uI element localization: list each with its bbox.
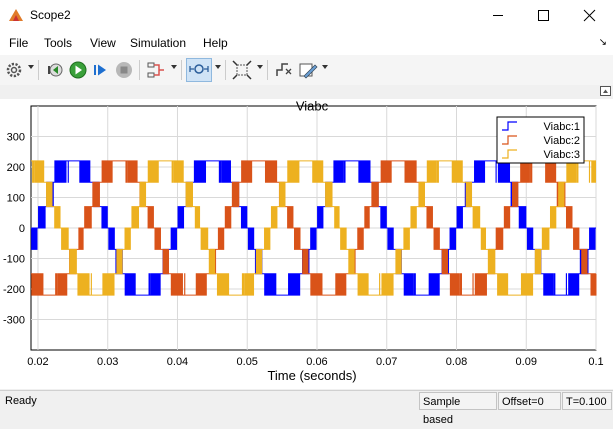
measurements-dropdown-arrow[interactable] [322,65,328,69]
toolbar [0,55,613,86]
minimize-button[interactable] [475,0,521,31]
menu-file[interactable]: File [9,36,28,50]
close-button[interactable] [567,0,613,31]
y-tick-label: 100 [7,193,25,205]
scope-plot-area: 0.02 0.03 0.04 0.05 0.06 0.07 0.08 0.09 0.1 -300… [0,99,613,389]
y-tick-label: -100 [3,254,25,266]
x-axis-label: Time (seconds) [267,368,356,383]
legend[interactable]: Viabc:1 Viabc:2 Viabc:3 [496,116,585,164]
y-tick-label: 200 [7,162,25,174]
minimize-icon [493,15,503,16]
stop-icon[interactable] [114,60,134,80]
run-icon[interactable] [68,60,88,80]
x-axis: 0.02 0.03 0.04 0.05 0.06 0.07 0.08 0.09 0.1 [27,356,603,368]
settings-dropdown-arrow[interactable] [28,65,34,69]
close-icon [583,9,596,22]
y-tick-label: 300 [7,132,25,144]
trigger-icon[interactable] [274,60,294,80]
zoom-time-icon [189,64,209,74]
menu-help[interactable]: Help [203,36,228,50]
signal-highlight-icon[interactable] [146,60,166,80]
zoom-dropdown-arrow[interactable] [215,65,221,69]
collapse-toolstrip-icon[interactable]: ↘ [599,37,607,48]
x-tick-label: 0.1 [588,356,603,368]
toolbar-separator [267,60,268,80]
legend-label: Viabc:3 [544,149,581,161]
undock-icon[interactable] [600,86,611,96]
y-tick-label: -200 [3,284,25,296]
y-tick-label: 0 [19,223,25,235]
autoscale-icon[interactable] [232,60,252,80]
autoscale-dropdown-arrow[interactable] [257,65,263,69]
time-status: T=0.100 [562,392,612,410]
x-tick-label: 0.05 [237,356,258,368]
signal-dropdown-arrow[interactable] [171,65,177,69]
title-bar: Scope2 [0,0,613,31]
sample-mode-status: Sample based [419,392,497,426]
x-tick-label: 0.08 [446,356,467,368]
maximize-button[interactable] [521,0,567,31]
status-ready: Ready [5,395,37,407]
toolbar-separator [38,60,39,80]
menu-bar: File Tools View Simulation Help ↘ [0,31,613,55]
x-tick-label: 0.07 [376,356,397,368]
x-tick-label: 0.02 [27,356,48,368]
step-forward-icon[interactable] [91,60,111,80]
y-tick-label: -300 [3,315,25,327]
menu-view[interactable]: View [90,36,116,50]
x-tick-label: 0.03 [97,356,118,368]
status-bar: Ready Sample based Offset=0 T=0.100 [0,390,613,426]
toolbar-separator [181,60,182,80]
window-title: Scope2 [30,8,71,22]
gear-icon[interactable] [4,60,24,80]
chart-title: Viabc [296,99,329,114]
y-axis: -300 -200 -100 0 100 200 300 [3,132,25,327]
maximize-icon [538,10,549,21]
zoom-button-active[interactable] [186,58,212,82]
scope-app-icon [9,9,23,21]
x-tick-label: 0.06 [306,356,327,368]
x-tick-label: 0.09 [516,356,537,368]
scope-plot[interactable]: 0.02 0.03 0.04 0.05 0.06 0.07 0.08 0.09 0.1 -300… [0,99,613,389]
x-tick-label: 0.04 [167,356,188,368]
toolbar-separator [139,60,140,80]
legend-label: Viabc:2 [544,135,581,147]
toolbar-separator [225,60,226,80]
plot-header-strip [0,85,613,99]
menu-tools[interactable]: Tools [44,36,72,50]
offset-status: Offset=0 [498,392,561,410]
measurements-icon[interactable] [298,60,318,80]
step-back-icon[interactable] [45,60,65,80]
menu-simulation[interactable]: Simulation [130,36,186,50]
legend-label: Viabc:1 [544,121,581,133]
